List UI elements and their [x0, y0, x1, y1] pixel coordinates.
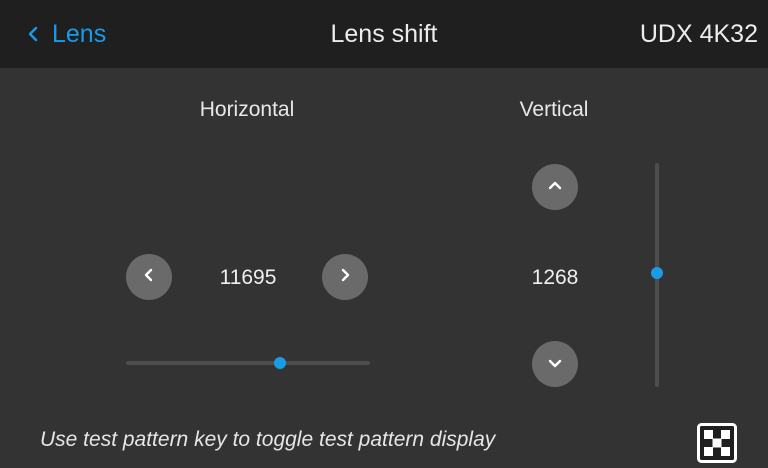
shift-down-button[interactable]	[532, 341, 578, 387]
projector-model: UDX 4K32	[639, 19, 758, 48]
test-pattern-button[interactable]	[697, 423, 737, 463]
horizontal-slider[interactable]	[126, 357, 370, 369]
chevron-down-icon	[548, 355, 562, 373]
shift-left-button[interactable]	[126, 254, 172, 300]
vertical-value: 1268	[531, 266, 579, 289]
vertical-slider-thumb[interactable]	[651, 266, 663, 279]
chevron-up-icon	[548, 178, 562, 196]
horizontal-value: 11695	[219, 266, 277, 289]
vertical-title: Vertical	[519, 98, 589, 121]
chevron-left-icon	[144, 268, 154, 287]
chevron-left-icon	[28, 26, 38, 42]
test-pattern-hint: Use test pattern key to toggle test patt…	[40, 428, 496, 451]
chevron-right-icon	[340, 268, 350, 287]
shift-right-button[interactable]	[322, 254, 368, 300]
header-bar: Lens Lens shift UDX 4K32	[0, 0, 768, 68]
back-label: Lens	[52, 19, 107, 48]
test-pattern-icon	[697, 423, 737, 467]
vertical-slider[interactable]	[651, 163, 663, 387]
horizontal-slider-thumb[interactable]	[273, 357, 286, 369]
back-button[interactable]: Lens	[28, 0, 106, 68]
horizontal-title: Horizontal	[199, 98, 295, 121]
shift-up-button[interactable]	[532, 164, 578, 210]
